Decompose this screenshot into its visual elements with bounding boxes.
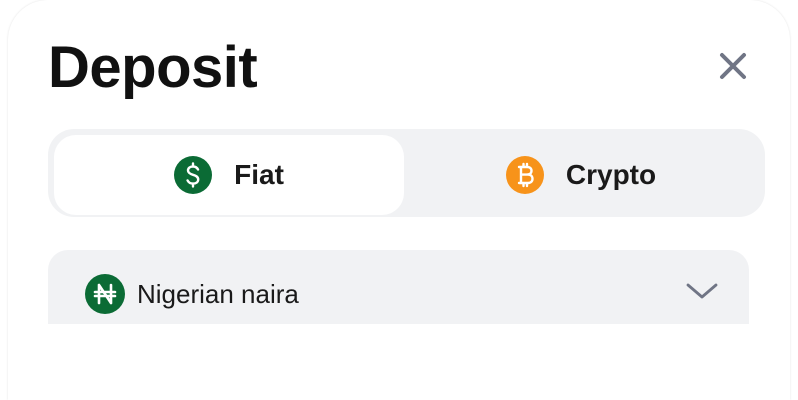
tab-crypto[interactable]: Crypto	[406, 135, 756, 215]
tab-fiat-label: Fiat	[234, 159, 284, 190]
naira-icon	[85, 274, 125, 314]
dialog-title: Deposit	[48, 35, 258, 100]
close-icon	[720, 53, 746, 79]
tab-crypto-label: Crypto	[565, 159, 657, 190]
tab-fiat[interactable]: Fiat	[54, 135, 404, 215]
deposit-dialog: Deposit Fiat Crypto Nigerian naira	[8, 0, 790, 400]
chevron-down-icon	[686, 283, 718, 299]
currency-select[interactable]: Nigerian naira	[48, 250, 749, 324]
currency-select-value: Nigerian naira	[137, 279, 299, 309]
bitcoin-icon	[505, 156, 544, 194]
dollar-icon	[174, 156, 213, 194]
deposit-type-tabs: Fiat Crypto	[48, 129, 765, 217]
close-button[interactable]	[711, 44, 755, 88]
